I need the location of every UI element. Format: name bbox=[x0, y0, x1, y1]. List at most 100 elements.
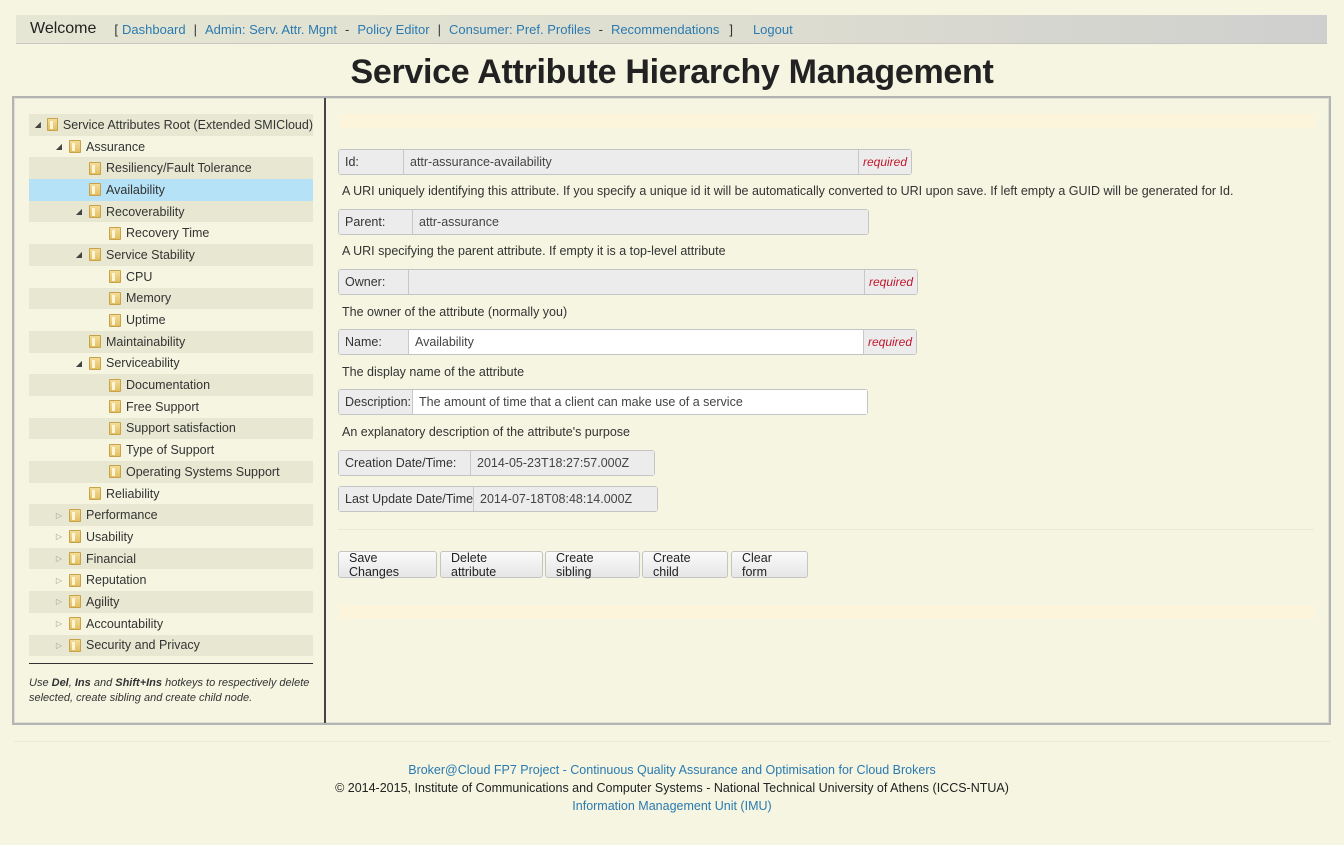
nav-separator: | bbox=[437, 21, 441, 37]
tree-node[interactable]: Free Support bbox=[29, 396, 313, 418]
tree-node[interactable]: ▷ Accountability bbox=[29, 613, 313, 635]
footer-project-link[interactable]: Broker@Cloud FP7 Project - Continuous Qu… bbox=[0, 763, 1344, 777]
hint-del-key: Del bbox=[51, 677, 69, 689]
expand-arrow-icon[interactable]: ▷ bbox=[53, 511, 65, 520]
description-input[interactable]: The amount of time that a client can mak… bbox=[413, 390, 867, 414]
parent-input[interactable]: attr-assurance bbox=[413, 210, 868, 234]
tree-node-label: Serviceability bbox=[106, 356, 180, 371]
last-update-label: Last Update Date/Time: bbox=[339, 487, 477, 511]
tree-node[interactable]: Reliability bbox=[29, 483, 313, 505]
folder-icon bbox=[47, 118, 58, 132]
tree-node[interactable]: ▷ Agility bbox=[29, 591, 313, 613]
tree-node[interactable]: Type of Support bbox=[29, 439, 313, 461]
main-frame: ◢ Service Attributes Root (Extended SMICl… bbox=[12, 96, 1331, 725]
tree-node-label: Security and Privacy bbox=[86, 638, 200, 653]
last-update-value: 2014-07-18T08:48:14.000Z bbox=[474, 487, 657, 511]
collapse-arrow-icon[interactable]: ◢ bbox=[73, 207, 85, 216]
tree-node[interactable]: Uptime bbox=[29, 309, 313, 331]
id-label: Id: bbox=[339, 150, 404, 174]
hint-divider bbox=[29, 663, 313, 664]
expand-arrow-icon[interactable]: ▷ bbox=[53, 576, 65, 585]
nav-open-bracket: [ bbox=[114, 21, 119, 37]
nav-link-policy-editor[interactable]: Policy Editor bbox=[357, 22, 429, 37]
folder-icon bbox=[69, 617, 81, 631]
tree-node[interactable]: ▷ Financial bbox=[29, 547, 313, 570]
clear-form-button[interactable]: Clear form bbox=[731, 551, 808, 579]
hotkey-hint: Use Del, Ins and Shift+Ins hotkeys to re… bbox=[29, 677, 310, 704]
name-field: Name: Availability required bbox=[338, 329, 917, 355]
expand-arrow-icon[interactable]: ▷ bbox=[53, 641, 65, 650]
tree-node[interactable]: ◢ Service Attributes Root (Extended SMICl… bbox=[29, 114, 313, 136]
delete-attribute-button[interactable]: Delete attribute bbox=[440, 551, 543, 579]
creation-date-value: 2014-05-23T18:27:57.000Z bbox=[471, 451, 654, 475]
description-field: Description: The amount of time that a c… bbox=[338, 389, 868, 415]
nav-link-recommendations[interactable]: Recommendations bbox=[611, 22, 719, 37]
folder-icon bbox=[69, 552, 81, 566]
folder-icon bbox=[69, 595, 81, 609]
collapse-arrow-icon[interactable]: ◢ bbox=[73, 359, 85, 368]
hint-shift-ins-key: Shift+Ins bbox=[115, 677, 163, 689]
attribute-tree-panel: ◢ Service Attributes Root (Extended SMICl… bbox=[14, 98, 326, 723]
footer-unit-link[interactable]: Information Management Unit (IMU) bbox=[0, 799, 1344, 813]
collapse-arrow-icon[interactable]: ◢ bbox=[53, 142, 65, 151]
create-sibling-button[interactable]: Create sibling bbox=[545, 551, 640, 579]
tree-node[interactable]: ▷ Reputation bbox=[29, 569, 313, 591]
folder-icon bbox=[89, 487, 101, 501]
nav-link-admin-serv-attr-mgnt[interactable]: Admin: Serv. Attr. Mgnt bbox=[205, 22, 337, 37]
folder-icon bbox=[109, 226, 121, 240]
tree-node[interactable]: ◢ Recoverability bbox=[29, 200, 313, 223]
nav-link-dashboard[interactable]: Dashboard bbox=[122, 22, 186, 37]
creation-date-field: Creation Date/Time: 2014-05-23T18:27:57.… bbox=[338, 450, 655, 476]
tree-node[interactable]: ◢ Assurance bbox=[29, 136, 313, 158]
tree-node-label: Support satisfaction bbox=[126, 421, 236, 436]
folder-icon bbox=[89, 183, 101, 197]
logout-link[interactable]: Logout bbox=[753, 22, 793, 37]
expand-arrow-icon[interactable]: ▷ bbox=[53, 532, 65, 541]
id-description: A URI uniquely identifying this attribut… bbox=[342, 184, 1234, 198]
id-required-badge: required bbox=[857, 150, 911, 174]
folder-icon bbox=[89, 161, 101, 175]
id-input[interactable]: attr-assurance-availability bbox=[404, 150, 858, 174]
nav-separator: - bbox=[345, 21, 350, 37]
create-child-button[interactable]: Create child bbox=[642, 551, 728, 579]
tree-node-label: Type of Support bbox=[126, 443, 215, 458]
folder-icon bbox=[109, 313, 121, 327]
nav-link-consumer-pref-profiles[interactable]: Consumer: Pref. Profiles bbox=[449, 22, 591, 37]
expand-arrow-icon[interactable]: ▷ bbox=[53, 597, 65, 606]
tree-node-label: Financial bbox=[86, 551, 137, 566]
owner-required-badge: required bbox=[863, 270, 917, 294]
tree-node[interactable]: ▷ Usability bbox=[29, 526, 313, 548]
tree-node[interactable]: Memory bbox=[29, 287, 313, 310]
form-divider bbox=[338, 529, 1314, 530]
tree-node[interactable]: Recovery Time bbox=[29, 222, 313, 244]
name-description: The display name of the attribute bbox=[342, 365, 525, 379]
tree-node-label: Usability bbox=[86, 529, 134, 544]
tree-node-label: Operating Systems Support bbox=[126, 464, 280, 479]
tree-node-label: Free Support bbox=[126, 399, 199, 414]
tree-node[interactable]: ◢ Service Stability bbox=[29, 244, 313, 266]
tree-node[interactable]: Documentation bbox=[29, 374, 313, 396]
form-top-band bbox=[338, 114, 1314, 128]
collapse-arrow-icon[interactable]: ◢ bbox=[33, 120, 44, 129]
folder-icon bbox=[69, 573, 81, 587]
tree-node[interactable]: ◢ Serviceability bbox=[29, 353, 313, 375]
tree-node[interactable]: Operating Systems Support bbox=[29, 461, 313, 483]
last-update-field: Last Update Date/Time: 2014-07-18T08:48:… bbox=[338, 486, 658, 512]
tree-node[interactable]: ▷ Performance bbox=[29, 504, 313, 527]
collapse-arrow-icon[interactable]: ◢ bbox=[73, 250, 85, 259]
tree-node[interactable]: Maintainability bbox=[29, 330, 313, 353]
page-title: Service Attribute Hierarchy Management bbox=[350, 53, 994, 91]
tree-node[interactable]: Resiliency/Fault Tolerance bbox=[29, 157, 313, 180]
tree-node[interactable]: Support satisfaction bbox=[29, 417, 313, 440]
folder-icon bbox=[109, 465, 121, 479]
owner-input[interactable] bbox=[409, 270, 864, 294]
save-changes-button[interactable]: Save Changes bbox=[338, 551, 437, 579]
tree-node-label: Documentation bbox=[126, 378, 211, 393]
expand-arrow-icon[interactable]: ▷ bbox=[53, 554, 65, 563]
tree-node-label: Agility bbox=[86, 594, 120, 609]
tree-node[interactable]: ▷ Security and Privacy bbox=[29, 634, 313, 657]
tree-node[interactable]: Availability bbox=[29, 179, 313, 201]
expand-arrow-icon[interactable]: ▷ bbox=[53, 619, 65, 628]
name-input[interactable]: Availability bbox=[409, 330, 863, 354]
tree-node[interactable]: CPU bbox=[29, 266, 313, 288]
